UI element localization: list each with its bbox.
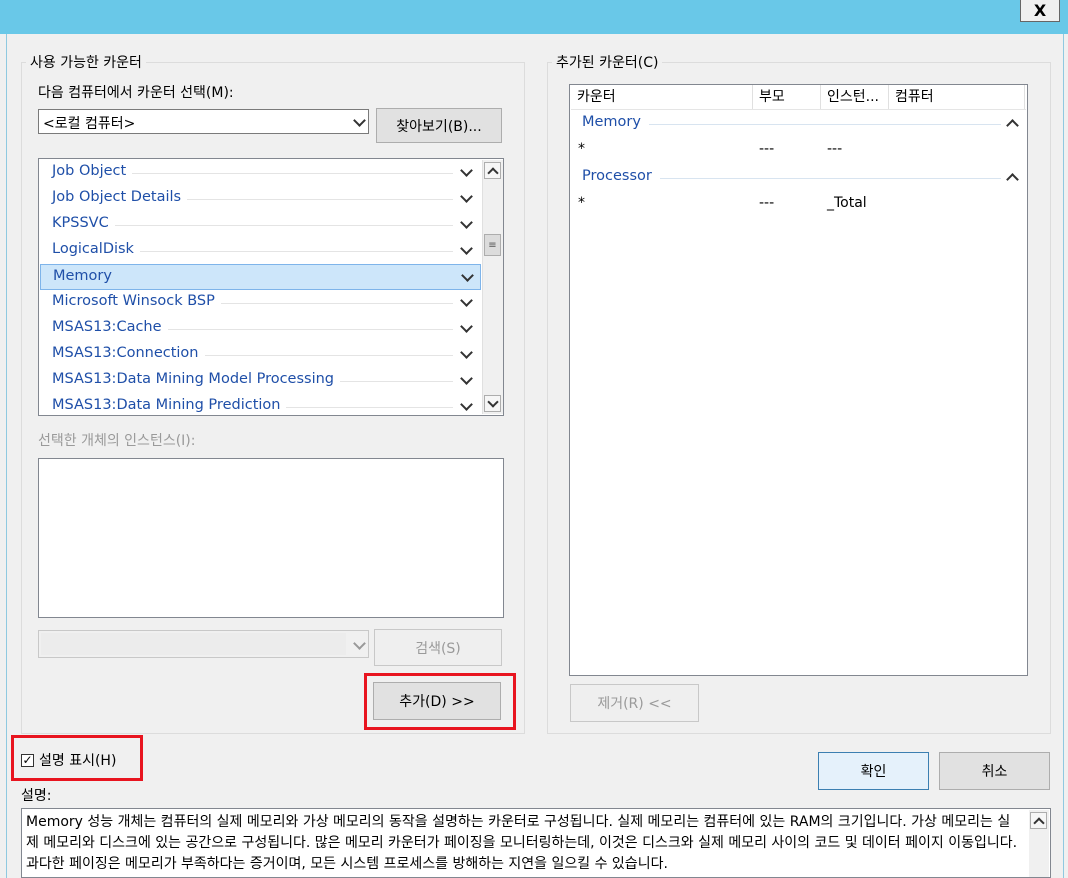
object-name: Job Object <box>52 163 133 179</box>
available-counters-title: 사용 가능한 카운터 <box>26 52 146 72</box>
chevron-down-icon[interactable] <box>460 398 473 411</box>
object-name: KPSSVC <box>52 215 115 231</box>
chevron-down-icon <box>353 637 366 650</box>
object-name: LogicalDisk <box>52 241 140 257</box>
column-header-parent[interactable]: 부모 <box>753 85 821 109</box>
group-name: Processor <box>582 168 660 184</box>
object-list-item[interactable]: MSAS13:Cache <box>40 316 481 342</box>
parent-cell: --- <box>759 141 775 157</box>
object-list-scrollbar[interactable]: ≡ <box>482 160 503 414</box>
chevron-up-icon <box>1006 173 1019 186</box>
parent-cell: --- <box>759 195 775 211</box>
computer-value: <로컬 컴퓨터> <box>43 116 136 132</box>
counter-cell: * <box>578 195 585 211</box>
grip-icon: ≡ <box>488 239 497 251</box>
object-name: Job Object Details <box>52 189 188 205</box>
chevron-up-icon <box>486 166 499 179</box>
search-button[interactable]: 검색(S) <box>374 629 502 666</box>
instance-search-field <box>41 633 346 655</box>
group-header-memory[interactable]: Memory <box>576 113 1021 135</box>
chevron-down-icon[interactable] <box>460 242 473 255</box>
chevron-down-icon[interactable] <box>460 320 473 333</box>
column-header-computer[interactable]: 컴퓨터 <box>889 85 1025 109</box>
object-list-item[interactable]: MSAS13:Data Mining Model Processing <box>40 368 481 394</box>
checkbox-box[interactable]: ✓ <box>21 752 34 767</box>
added-counters-title: 추가된 카운터(C) <box>552 52 663 72</box>
object-list-item[interactable]: KPSSVC <box>40 212 481 238</box>
scroll-up-button[interactable] <box>484 162 501 179</box>
object-list-item[interactable]: MSAS13:Data Mining Prediction <box>40 394 481 420</box>
instance-search-combobox[interactable] <box>38 630 369 658</box>
column-header-instance[interactable]: 인스턴... <box>821 85 889 109</box>
object-name: Microsoft Winsock BSP <box>52 293 221 309</box>
added-counters-list[interactable]: 카운터 부모 인스턴... 컴퓨터 Memory * --- --- Proce… <box>569 84 1028 676</box>
instances-label: 선택한 개체의 인스턴스(I): <box>38 433 196 449</box>
object-list-item[interactable]: Microsoft Winsock BSP <box>40 290 481 316</box>
object-name: MSAS13:Data Mining Prediction <box>52 397 287 413</box>
chevron-down-icon <box>353 114 366 127</box>
instance-cell: --- <box>827 141 843 157</box>
object-name: Memory <box>53 268 112 284</box>
chevron-down-icon <box>486 395 499 408</box>
title-bar: X <box>0 0 1068 34</box>
scroll-up-button[interactable] <box>1030 812 1047 829</box>
description-label: 설명: <box>21 788 52 804</box>
object-list-item[interactable]: MSAS13:Connection <box>40 342 481 368</box>
chevron-down-icon[interactable] <box>460 216 473 229</box>
chevron-down-icon[interactable] <box>460 164 473 177</box>
add-button[interactable]: 추가(D) >> <box>373 682 501 720</box>
cancel-button[interactable]: 취소 <box>939 752 1050 790</box>
select-computer-label: 다음 컴퓨터에서 카운터 선택(M): <box>38 85 234 101</box>
scroll-thumb[interactable]: ≡ <box>484 234 501 256</box>
column-header-counter[interactable]: 카운터 <box>571 85 753 109</box>
chevron-down-icon[interactable] <box>461 269 474 282</box>
description-textbox[interactable]: Memory 성능 개체는 컴퓨터의 실제 메모리와 가상 메모리의 동작을 설… <box>21 808 1051 878</box>
chevron-up-icon <box>1032 816 1045 829</box>
chevron-down-icon[interactable] <box>460 190 473 203</box>
object-name: MSAS13:Data Mining Model Processing <box>52 371 341 387</box>
check-icon: ✓ <box>22 752 33 767</box>
close-button[interactable]: X <box>1020 0 1060 22</box>
counter-cell: * <box>578 141 585 157</box>
computer-combobox[interactable]: <로컬 컴퓨터> <box>38 109 369 134</box>
chevron-down-icon[interactable] <box>460 294 473 307</box>
object-list-item[interactable]: Job Object <box>40 160 481 186</box>
remove-button[interactable]: 제거(R) << <box>570 684 699 722</box>
group-header-processor[interactable]: Processor <box>576 167 1021 189</box>
show-description-checkbox[interactable]: ✓ 설명 표시(H) <box>21 750 116 770</box>
description-scrollbar[interactable] <box>1029 810 1049 877</box>
scroll-down-button[interactable] <box>484 395 501 412</box>
description-text: Memory 성능 개체는 컴퓨터의 실제 메모리와 가상 메모리의 동작을 설… <box>26 814 1018 872</box>
performance-object-list[interactable]: Job Object Job Object Details KPSSVC Logica… <box>38 158 504 416</box>
instance-cell: _Total <box>827 195 867 211</box>
ok-button[interactable]: 확인 <box>818 752 929 790</box>
group-name: Memory <box>582 114 649 130</box>
chevron-down-icon[interactable] <box>460 372 473 385</box>
chevron-down-icon[interactable] <box>460 346 473 359</box>
chevron-up-icon <box>1006 119 1019 132</box>
header-divider <box>571 109 1026 110</box>
object-name: MSAS13:Cache <box>52 319 168 335</box>
object-list-item[interactable]: Memory <box>40 264 481 290</box>
close-icon: X <box>1033 0 1047 20</box>
object-name: MSAS13:Connection <box>52 345 205 361</box>
browse-button[interactable]: 찾아보기(B)... <box>376 108 502 143</box>
instances-list[interactable] <box>38 458 504 618</box>
show-description-label: 설명 표시(H) <box>39 753 117 769</box>
object-list-item[interactable]: LogicalDisk <box>40 238 481 264</box>
object-list-item[interactable]: Job Object Details <box>40 186 481 212</box>
